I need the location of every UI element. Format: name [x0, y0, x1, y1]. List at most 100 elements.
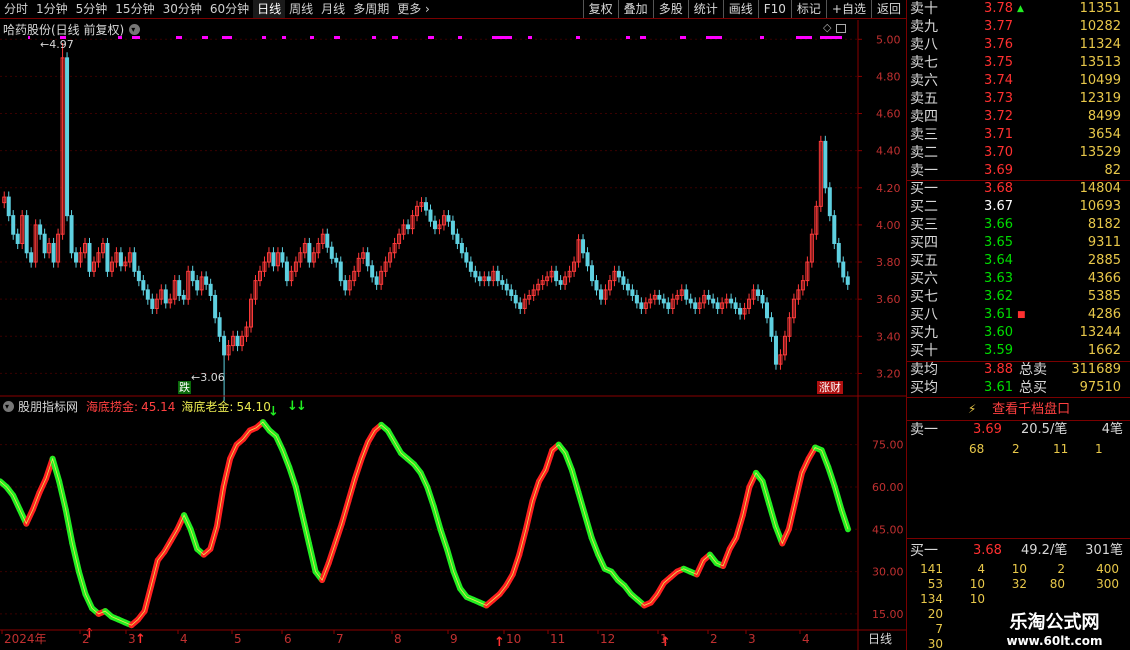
- candles: [2, 42, 850, 402]
- signal-dot: [372, 36, 376, 39]
- bid-row: 买二 3.67 10693: [907, 198, 1130, 216]
- toolbar-button[interactable]: 标记: [790, 0, 826, 18]
- ob-volume: 5385: [1087, 289, 1121, 304]
- toolbar-button[interactable]: F10: [757, 0, 791, 18]
- buy1-grid-cell: 10: [1011, 562, 1027, 576]
- ob-volume: 1662: [1087, 343, 1121, 358]
- timeframe-tab[interactable]: 5分钟: [72, 0, 112, 18]
- buy-arrow: ↑: [494, 635, 505, 650]
- toolbar-button[interactable]: 统计: [687, 0, 723, 18]
- ob-volume: 4366: [1087, 271, 1121, 286]
- ob-price: 3.63: [984, 271, 1013, 286]
- candle-body: [598, 289, 603, 300]
- toolbar-button[interactable]: 画线: [722, 0, 758, 18]
- date-label: 3: [128, 632, 136, 646]
- indicator-axis-label: 30.00: [872, 566, 904, 579]
- candle-body: [177, 280, 182, 296]
- candle-body: [729, 298, 734, 304]
- candle-body: [6, 196, 11, 217]
- main-grid: [0, 38, 858, 615]
- toolbar-button[interactable]: 叠加: [617, 0, 653, 18]
- candle-body: [365, 252, 370, 267]
- candle-body: [756, 289, 761, 296]
- candle-body: [213, 294, 218, 319]
- ob-label: 卖一: [910, 163, 938, 179]
- signal-dot: [282, 36, 286, 39]
- ob-price: 3.67: [984, 199, 1013, 214]
- candle-body: [190, 270, 195, 282]
- toolbar-button[interactable]: 多股: [652, 0, 688, 18]
- candle-body: [204, 276, 209, 285]
- candle-body: [195, 280, 200, 291]
- date-label: 3: [748, 632, 756, 646]
- timeframe-tab[interactable]: 1分钟: [32, 0, 72, 18]
- signal-dot: [262, 36, 266, 39]
- ob-volume: 8182: [1087, 217, 1121, 232]
- ob-label: 买六: [910, 271, 938, 287]
- candle-body: [585, 252, 590, 267]
- timeframe-tab[interactable]: 更多 ›: [393, 0, 434, 18]
- signal-dots: [28, 36, 842, 39]
- candle-body: [486, 276, 491, 282]
- ob-price: 3.74: [984, 73, 1013, 88]
- ob-label: 卖七: [910, 55, 938, 71]
- timeframe-tab[interactable]: 15分钟: [111, 0, 158, 18]
- price-axis-label: 3.20: [876, 367, 901, 380]
- bid-row: 买九 3.60 13244: [907, 324, 1130, 342]
- ask-row: 卖七 3.75 13513: [907, 54, 1130, 72]
- date-label: 2: [710, 632, 718, 646]
- ob-volume: 14804: [1079, 181, 1121, 196]
- timeframe-tab[interactable]: 日线: [253, 0, 286, 18]
- toolbar: 分时 1分钟 5分钟 15分钟 30分钟 60分钟 日线 周线 月线 多周期 更多 › 复权 叠加 多股…: [0, 0, 906, 19]
- candle-body: [473, 270, 478, 278]
- buy1-grid-cell: 53: [927, 577, 943, 591]
- ob-mark: ▲: [1017, 4, 1024, 14]
- view-depth-button[interactable]: ⚡ 查看千档盘口: [907, 399, 1130, 419]
- stock-terminal: { "toolbar": { "timeframes": ["分时","1分钟"…: [0, 0, 1130, 650]
- candle-body: [343, 280, 348, 291]
- lightning-icon: ⚡: [967, 402, 977, 416]
- ob-label: 买四: [910, 235, 938, 251]
- timeframe-tab[interactable]: 多周期: [349, 0, 393, 18]
- signal-dot: [760, 36, 764, 39]
- timeframe-tab[interactable]: 周线: [285, 0, 317, 18]
- chevron-down-icon[interactable]: ▾: [3, 401, 14, 412]
- sell1-detail-cell: 2: [1012, 442, 1020, 456]
- candle-body: [630, 289, 635, 296]
- candle-body: [11, 215, 16, 235]
- candle-body: [823, 140, 828, 189]
- ask-row: 卖八 3.76 11324: [907, 36, 1130, 54]
- window-icon[interactable]: [836, 24, 846, 33]
- main-title-text: 哈药股份(日线 前复权): [3, 23, 125, 37]
- toolbar-button[interactable]: 复权: [582, 0, 618, 18]
- diamond-icon[interactable]: ◇: [823, 21, 831, 34]
- buy1-grid-row: 53 10 32 80 300: [907, 577, 1130, 592]
- timeframe-bar: 分时 1分钟 5分钟 15分钟 30分钟 60分钟 日线 周线 月线 多周期 更多 ›: [0, 0, 434, 18]
- price-axis-label: 3.40: [876, 330, 901, 343]
- timeframe-tab[interactable]: 月线: [317, 0, 349, 18]
- watermark: 乐淘公式网 www.60lt.com: [979, 603, 1130, 650]
- date-label: 4: [802, 632, 810, 646]
- toolbar-button[interactable]: 返回: [870, 0, 906, 18]
- candle-body: [325, 233, 330, 248]
- toolbar-button[interactable]: +自选: [825, 0, 871, 18]
- period-label[interactable]: 日线: [868, 632, 892, 646]
- indicator-name: 股朋指标网: [18, 400, 79, 414]
- date-label: 7: [336, 632, 344, 646]
- ob-volume: 4286: [1087, 307, 1121, 322]
- ask-row: 卖五 3.73 12319: [907, 90, 1130, 108]
- zhangcai-tag: 涨财: [817, 381, 843, 394]
- timeframe-tab[interactable]: 30分钟: [159, 0, 206, 18]
- chevron-down-icon[interactable]: ▾: [129, 24, 141, 35]
- candle-body: [455, 233, 460, 244]
- timeframe-tab[interactable]: 60分钟: [206, 0, 253, 18]
- buy1-grid-cell: 400: [1096, 562, 1119, 576]
- indicator-item2-label: 海底老金:: [181, 400, 234, 414]
- timeframe-tab[interactable]: 分时: [0, 0, 32, 18]
- candle-body: [406, 224, 411, 230]
- candle-body: [657, 294, 662, 300]
- bid-row: 买五 3.64 2885: [907, 252, 1130, 270]
- sell-arrow: ↓: [296, 399, 307, 414]
- candle-body: [459, 242, 464, 254]
- signal-dot: [820, 36, 842, 39]
